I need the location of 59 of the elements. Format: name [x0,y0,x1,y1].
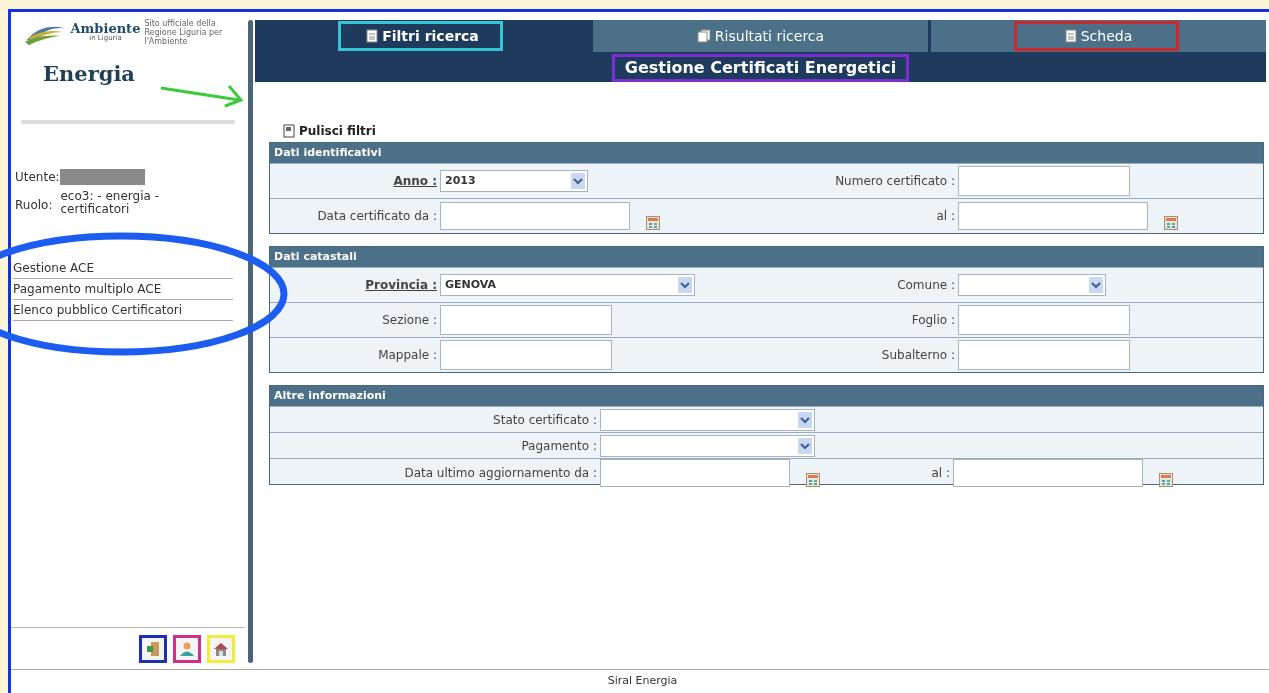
logo-note: Sito ufficiale della Regione Liguria per l'Ambiente [144,18,224,46]
date-field[interactable] [440,202,630,230]
section-header: Altre informazioni [270,386,1263,406]
field-label: Data ultimo aggiornamento da : [404,465,597,482]
logo-title: Ambiente [70,22,141,35]
page-title: Gestione Certificati Energetici [611,54,910,82]
field-label: Mappale : [378,347,437,364]
menu-link[interactable]: Gestione ACE [13,258,233,279]
text-field[interactable] [440,305,612,335]
menu-link[interactable]: Pagamento multiplo ACE [13,279,233,300]
text-field[interactable] [958,166,1130,196]
field-label: Numero certificato : [835,173,955,190]
door-icon [145,640,161,657]
field-label: Data certificato da : [317,208,437,225]
document-icon [1064,29,1077,43]
footer-text: Siral Energia [607,673,678,690]
text-field[interactable] [958,340,1130,370]
date-field[interactable] [953,459,1143,487]
select-field[interactable] [600,434,815,457]
calendar-icon[interactable] [646,216,660,230]
field-label: Stato certificato : [493,411,597,429]
select-field[interactable]: GENOVA [440,274,695,296]
user-icon [179,640,195,657]
date-field[interactable] [958,202,1148,230]
section-header: Dati identificativi [270,143,1263,163]
user-label: Utente: [15,169,60,186]
calendar-icon[interactable] [1159,473,1173,487]
field-label: Anno : [393,173,437,190]
document-icon [283,124,295,138]
field-label: Pagamento : [521,437,597,455]
role-label: Ruolo: [15,197,53,214]
field-label: Provincia : [365,277,437,294]
field-label: Sezione : [382,312,437,329]
text-field[interactable] [958,305,1130,335]
field-label: Subalterno : [881,347,955,364]
select-field[interactable] [600,408,815,431]
field-label: Foglio : [911,312,955,329]
toolbar-button[interactable] [173,634,201,663]
calendar-icon[interactable] [1164,216,1178,230]
app-name: Energia [42,60,136,88]
tab[interactable]: Scheda [931,20,1266,52]
toolbar-button[interactable] [139,634,167,663]
date-field[interactable] [600,459,790,487]
text-field[interactable] [440,340,612,370]
menu-link[interactable]: Elenco pubblico Certificatori [13,300,233,321]
role-value: eco3: - energia - certificatori [60,190,160,216]
select-field[interactable] [958,274,1106,296]
splitter-bar[interactable] [247,20,253,663]
documents-icon [696,29,711,43]
home-icon [213,640,229,657]
field-label: Comune : [897,277,955,294]
select-field[interactable]: 2013 [440,170,588,192]
document-icon [366,29,379,43]
field-label: al : [931,465,950,482]
calendar-icon[interactable] [806,473,820,487]
section-header: Dati catastali [270,247,1263,267]
clear-filters-button[interactable]: Pulisci filtri [283,122,376,140]
tab[interactable]: Risultati ricerca [593,20,928,52]
field-label: al : [936,208,955,225]
